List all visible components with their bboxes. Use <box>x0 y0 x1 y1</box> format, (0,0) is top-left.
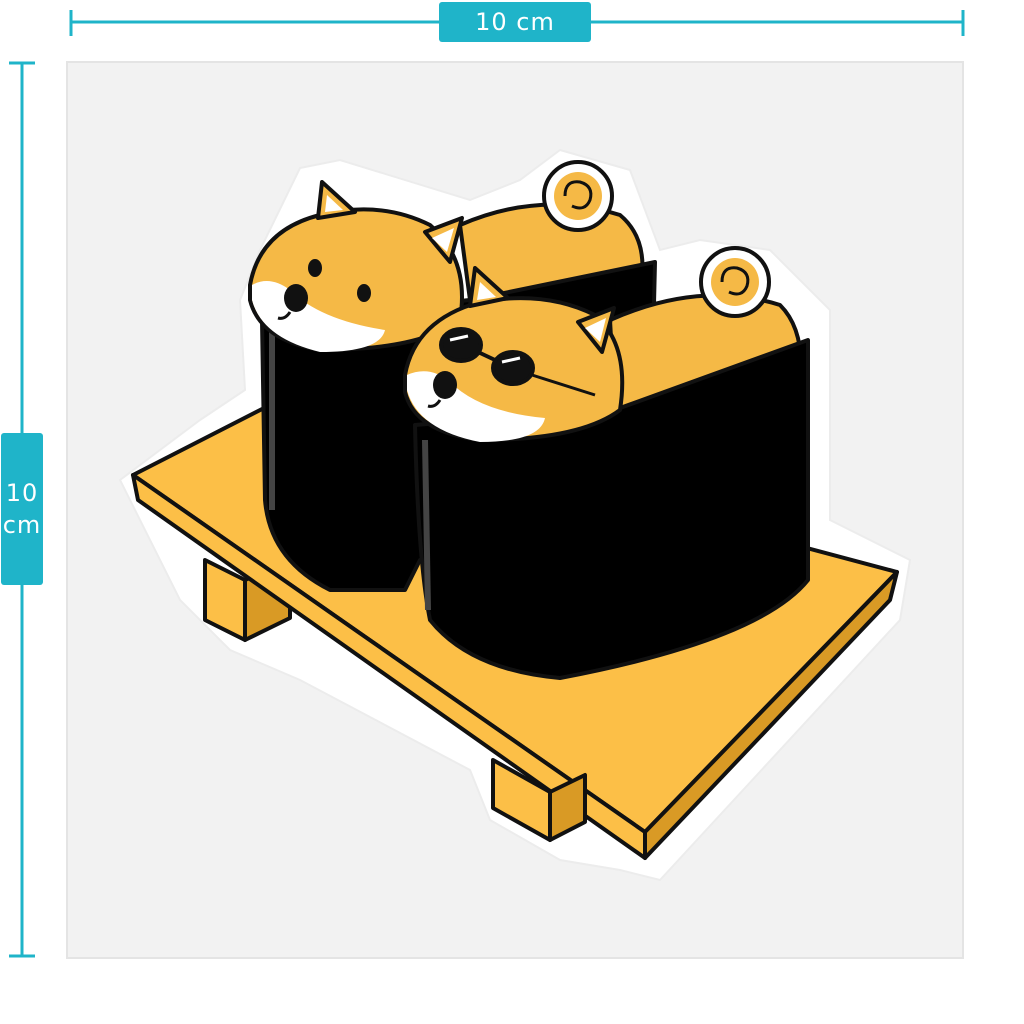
width-dimension-label: 10 cm <box>439 2 591 42</box>
width-unit: cm <box>516 8 555 36</box>
height-dimension-label: 10 cm <box>1 433 43 585</box>
height-unit: cm <box>2 511 42 539</box>
product-mockup <box>9 10 965 959</box>
shiba-with-sunglasses-icon <box>403 246 810 680</box>
width-value: 10 <box>475 8 508 36</box>
height-value: 10 <box>5 479 39 507</box>
